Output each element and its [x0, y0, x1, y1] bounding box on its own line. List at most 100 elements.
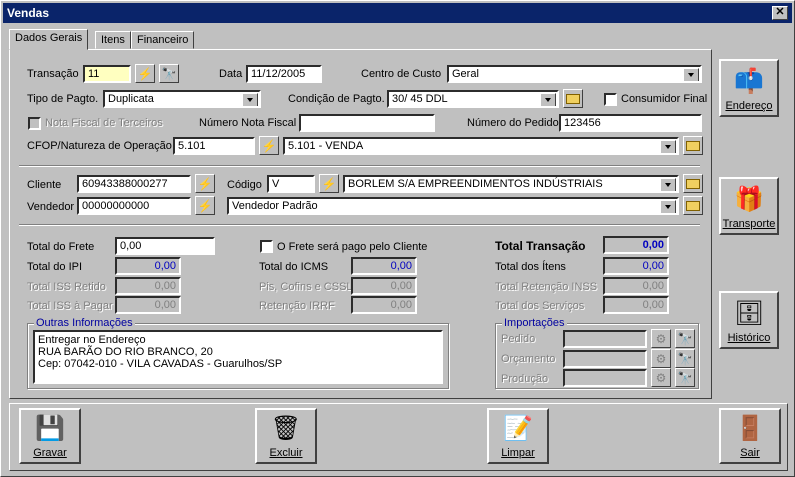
close-button[interactable]: ✕ — [772, 6, 788, 20]
outras-informacoes-textarea[interactable]: Entregar no Endereço RUA BARÃO DO RIO BR… — [33, 330, 443, 384]
lightning-icon: ⚡ — [261, 138, 277, 153]
total-transacao-value: 0,00 — [603, 236, 669, 254]
data-label: Data — [219, 68, 243, 80]
separator — [19, 224, 700, 226]
cfop-open-button[interactable] — [683, 136, 703, 155]
cfop-code-input[interactable]: 5.101 — [173, 137, 255, 155]
irrf-label: Retenção IRRF — [259, 300, 335, 312]
tab-dados-gerais[interactable]: Dados Gerais — [9, 29, 89, 50]
importacao-producao-search-button[interactable]: 🔭 — [675, 368, 695, 387]
data-input[interactable]: 11/12/2005 — [246, 65, 322, 83]
transacao-input[interactable]: 11 — [83, 65, 131, 83]
cfop-lookup-button[interactable]: ⚡ — [259, 136, 279, 155]
vendedor-nome-select[interactable]: Vendedor Padrão — [227, 197, 679, 215]
ipi-value: 0,00 — [115, 257, 181, 275]
cliente-label: Cliente — [27, 179, 62, 191]
tab-itens[interactable]: Itens — [95, 31, 131, 49]
importacao-orcamento-search-button[interactable]: 🔭 — [675, 349, 695, 368]
historico-button[interactable]: 🗄 Histórico — [719, 291, 779, 349]
cliente-open-button[interactable] — [683, 174, 703, 193]
codigo-lookup-button[interactable]: ⚡ — [319, 174, 339, 193]
cliente-nome-value: BORLEM S/A EMPREENDIMENTOS INDÚSTRIAIS — [348, 178, 603, 190]
outras-line-1: Entregar no Endereço — [38, 334, 146, 346]
importacao-orcamento-input[interactable] — [563, 350, 647, 368]
condicao-pagto-value: 30/ 45 DDL — [392, 93, 448, 105]
importacao-pedido-input[interactable] — [563, 330, 647, 348]
bottom-toolbar — [9, 403, 788, 471]
transacao-search-button[interactable]: 🔭 — [159, 64, 179, 83]
transporte-button[interactable]: 🎁 Transporte — [719, 177, 779, 235]
limpar-button[interactable]: 📝 Limpar — [487, 408, 549, 464]
chevron-down-icon[interactable] — [242, 93, 258, 106]
endereco-label: Endereço — [725, 100, 773, 112]
condicao-pagto-open-button[interactable] — [563, 89, 583, 108]
frete-label: Total do Frete — [27, 241, 95, 253]
frete-input[interactable]: 0,00 — [115, 237, 215, 255]
cliente-nome-select[interactable]: BORLEM S/A EMPREENDIMENTOS INDÚSTRIAIS — [343, 175, 679, 193]
importacao-pedido-gears-button[interactable]: ⚙ — [651, 329, 671, 348]
importacao-producao-gears-button[interactable]: ⚙ — [651, 368, 671, 387]
cfop-desc-value: 5.101 - VENDA — [288, 140, 364, 152]
condicao-pagto-select[interactable]: 30/ 45 DDL — [387, 90, 559, 108]
limpar-label: Limpar — [501, 447, 535, 459]
excluir-label: Excluir — [269, 447, 303, 459]
binoculars-icon: 🔭 — [161, 66, 177, 81]
chevron-down-icon[interactable] — [660, 200, 676, 213]
iss-retido-label: Total ISS Retido — [27, 281, 106, 293]
total-itens-value: 0,00 — [603, 257, 669, 275]
numero-nf-input[interactable] — [299, 114, 435, 132]
separator — [19, 165, 700, 167]
vendedor-open-button[interactable] — [683, 196, 703, 215]
importacao-orcamento-gears-button[interactable]: ⚙ — [651, 349, 671, 368]
gravar-button[interactable]: 💾 Gravar — [19, 408, 81, 464]
transacao-label: Transação — [27, 68, 79, 80]
cliente-lookup-button[interactable]: ⚡ — [195, 174, 215, 193]
numero-nf-label: Número Nota Fiscal — [199, 117, 297, 129]
gift-icon: 🎁 — [734, 185, 764, 213]
excluir-button[interactable]: 🗑 Excluir — [255, 408, 317, 464]
importacao-producao-input[interactable] — [563, 369, 647, 387]
irrf-value: 0,00 — [351, 296, 417, 314]
vendedor-lookup-button[interactable]: ⚡ — [195, 196, 215, 215]
cliente-input[interactable]: 60943388000277 — [77, 175, 191, 193]
outras-informacoes-title: Outras Informações — [34, 317, 135, 329]
cfop-desc-select[interactable]: 5.101 - VENDA — [283, 137, 679, 155]
transporte-label: Transporte — [722, 218, 776, 230]
importacao-pedido-search-button[interactable]: 🔭 — [675, 329, 695, 348]
numero-pedido-label: Número do Pedido — [467, 117, 559, 129]
lightning-icon: ⚡ — [137, 66, 153, 81]
chevron-down-icon[interactable] — [660, 140, 676, 153]
gravar-label: Gravar — [33, 447, 67, 459]
iss-retido-value: 0,00 — [115, 277, 181, 295]
total-inss-label: Total Retenção INSS — [495, 281, 598, 293]
numero-pedido-input[interactable]: 123456 — [559, 114, 702, 132]
binoculars-icon: 🔭 — [677, 351, 693, 366]
exit-door-icon: 🚪 — [735, 414, 765, 442]
mailbox-icon: 📫 — [734, 67, 764, 95]
total-servicos-label: Total dos Serviços — [495, 300, 585, 312]
lightning-icon: ⚡ — [197, 198, 213, 213]
nf-terceiros-checkbox[interactable] — [28, 117, 41, 130]
chevron-down-icon[interactable] — [540, 93, 556, 106]
transacao-lookup-button[interactable]: ⚡ — [135, 64, 155, 83]
centro-custo-select[interactable]: Geral — [447, 65, 702, 83]
vendedor-input[interactable]: 00000000000 — [77, 197, 191, 215]
folder-open-icon — [686, 178, 700, 189]
centro-custo-label: Centro de Custo — [361, 68, 442, 80]
endereco-button[interactable]: 📫 Endereço — [719, 59, 779, 117]
pis-label: Pis, Cofins e CSSL — [259, 281, 353, 293]
chevron-down-icon[interactable] — [660, 178, 676, 191]
gears-icon: ⚙ — [655, 370, 667, 385]
frete-cliente-checkbox[interactable] — [260, 240, 273, 253]
condicao-pagto-label: Condição de Pagto. — [288, 93, 385, 105]
vendas-window: Vendas ✕ Dados Gerais Itens Financeiro T… — [0, 0, 795, 477]
consumidor-final-checkbox[interactable] — [604, 93, 617, 106]
sair-button[interactable]: 🚪 Sair — [719, 408, 781, 464]
codigo-input[interactable]: V — [267, 175, 315, 193]
tab-financeiro[interactable]: Financeiro — [131, 31, 195, 49]
folder-open-icon — [566, 93, 580, 104]
chevron-down-icon[interactable] — [683, 68, 699, 81]
tipo-pagto-select[interactable]: Duplicata — [103, 90, 261, 108]
lightning-icon: ⚡ — [197, 176, 213, 191]
save-icon: 💾 — [35, 414, 65, 442]
